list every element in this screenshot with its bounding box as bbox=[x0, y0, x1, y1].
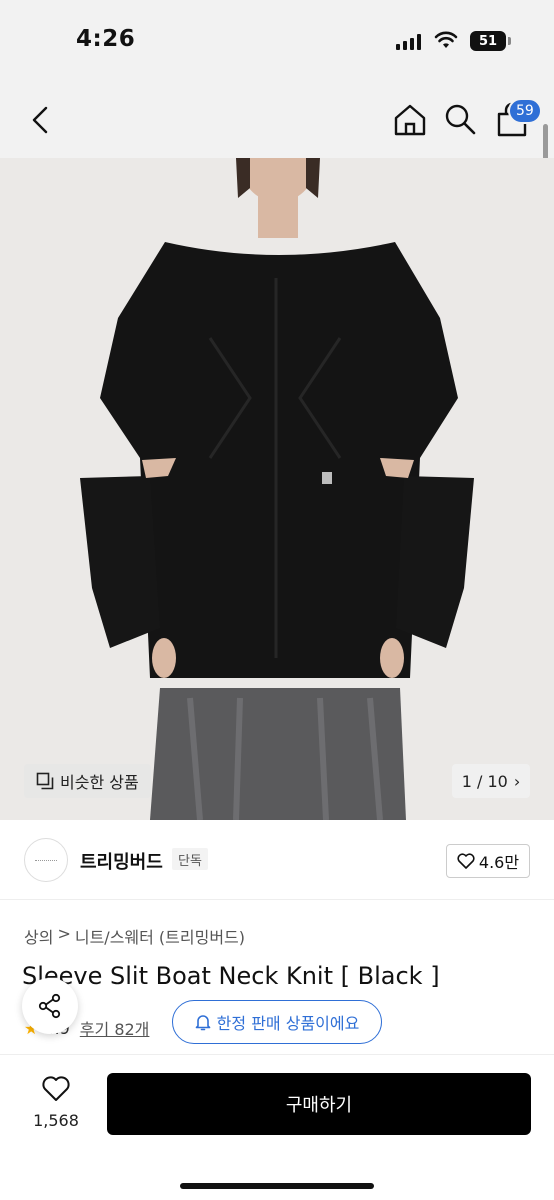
image-pager[interactable]: 1 / 10 › bbox=[452, 764, 530, 798]
cart-count-badge: 59 bbox=[508, 98, 542, 124]
brand-logo[interactable] bbox=[24, 838, 68, 882]
breadcrumb: 상의 > 니트/스웨터 (트리밍버드) bbox=[24, 924, 245, 948]
status-time: 4:26 bbox=[76, 26, 136, 52]
breadcrumb-category[interactable]: 상의 bbox=[24, 924, 53, 948]
exclusive-badge: 단독 bbox=[172, 848, 208, 870]
product-photo-illustration bbox=[0, 158, 554, 820]
review-count-link[interactable]: 후기 82개 bbox=[80, 1016, 150, 1040]
brand-row: 트리밍버드 단독 4.6만 bbox=[0, 820, 554, 900]
heart-icon bbox=[42, 1076, 70, 1101]
home-indicator bbox=[180, 1183, 374, 1189]
similar-products-button[interactable]: 비슷한 상품 bbox=[24, 764, 151, 798]
share-icon bbox=[38, 993, 61, 1019]
limited-sale-label: 한정 판매 상품이에요 bbox=[216, 1014, 360, 1033]
breadcrumb-separator: > bbox=[57, 924, 71, 943]
battery-tip bbox=[508, 37, 511, 45]
wishlist-button[interactable]: 1,568 bbox=[28, 1075, 84, 1130]
brand-like-count: 4.6만 bbox=[478, 853, 520, 872]
breadcrumb-subcategory[interactable]: 니트/스웨터 (트리밍버드) bbox=[75, 924, 245, 948]
back-chevron-icon[interactable] bbox=[26, 104, 56, 136]
battery-icon: 51 bbox=[470, 31, 506, 51]
bell-icon bbox=[195, 1015, 210, 1031]
wifi-icon bbox=[434, 31, 458, 48]
brand-name[interactable]: 트리밍버드 bbox=[80, 848, 163, 874]
top-nav bbox=[0, 80, 554, 158]
heart-icon bbox=[457, 853, 475, 869]
image-pager-text: 1 / 10 bbox=[461, 771, 508, 791]
similar-products-label: 비슷한 상품 bbox=[60, 773, 139, 792]
status-bar: 4:26 51 bbox=[0, 0, 554, 80]
wishlist-count: 1,568 bbox=[33, 1111, 79, 1130]
battery-level: 51 bbox=[478, 33, 498, 49]
chevron-right-icon: › bbox=[513, 771, 521, 791]
search-icon[interactable] bbox=[443, 102, 477, 136]
brand-like-button[interactable]: 4.6만 bbox=[446, 844, 530, 878]
similar-items-icon bbox=[36, 772, 54, 790]
cellular-signal-icon bbox=[396, 34, 421, 50]
home-icon[interactable] bbox=[392, 102, 428, 138]
limited-sale-button[interactable]: 한정 판매 상품이에요 bbox=[172, 1000, 382, 1044]
buy-button[interactable]: 구매하기 bbox=[107, 1073, 531, 1135]
share-button[interactable] bbox=[22, 978, 78, 1034]
product-title: Sleeve Slit Boat Neck Knit [ Black ] bbox=[22, 962, 440, 990]
product-image[interactable] bbox=[0, 158, 554, 820]
bottom-action-bar: 1,568 구매하기 bbox=[0, 1054, 554, 1200]
